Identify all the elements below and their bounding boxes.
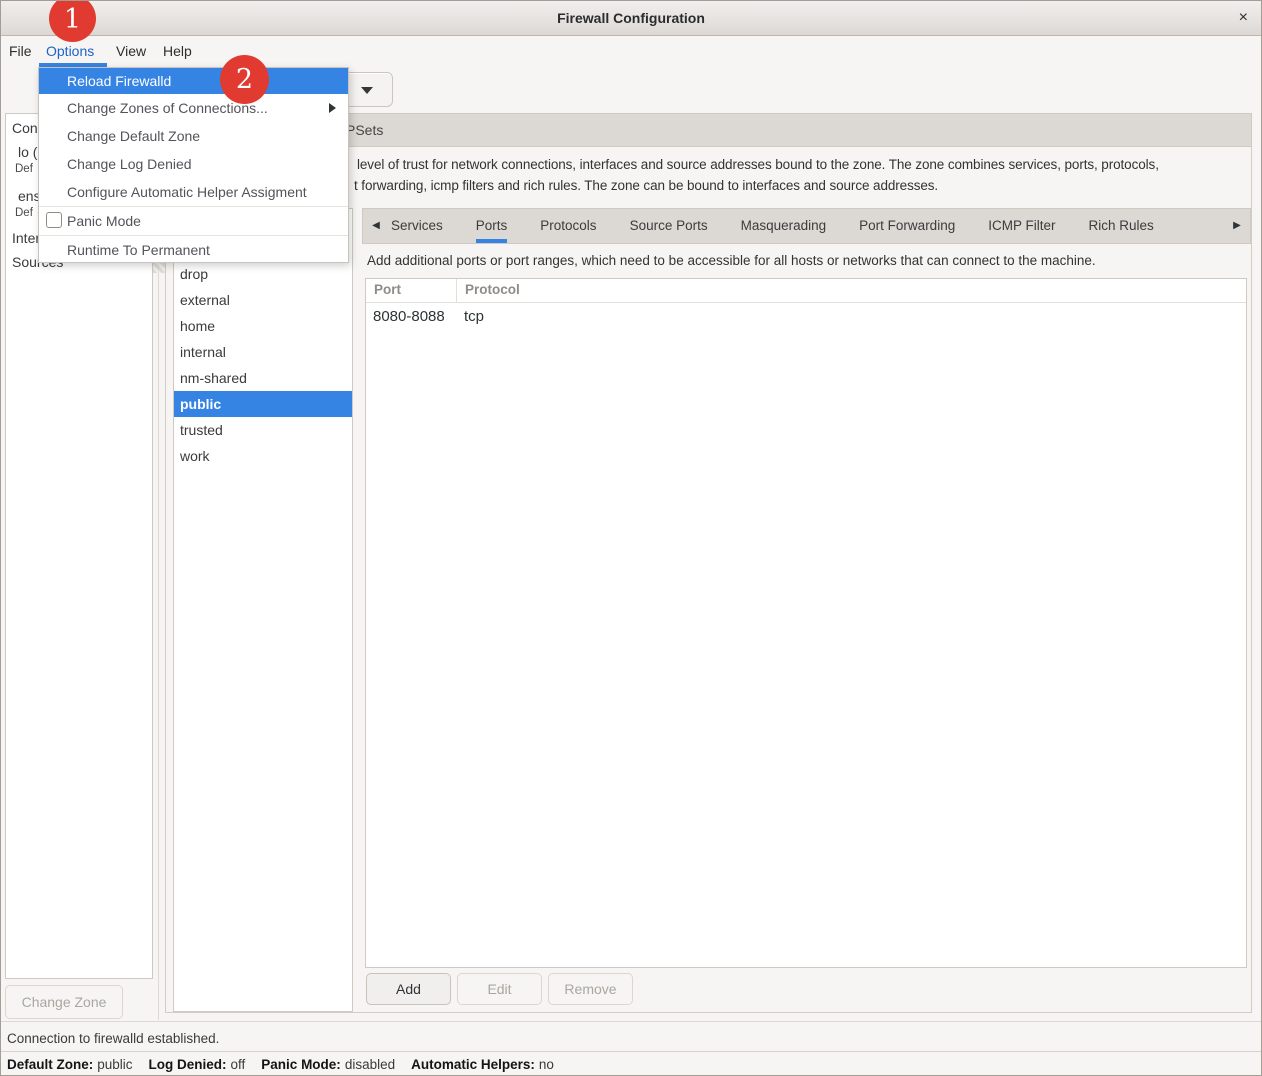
menu-item-change-zones-of-connections[interactable]: Change Zones of Connections...: [39, 94, 348, 122]
zone-item-work[interactable]: work: [174, 443, 352, 469]
zone-settings-tab-strip: ◀ Services Ports Protocols Source Ports …: [362, 208, 1251, 244]
statusbar-divider: [1, 1021, 1261, 1022]
tab-source-ports[interactable]: Source Ports: [630, 209, 708, 243]
zone-item-external[interactable]: external: [174, 287, 352, 313]
submenu-arrow-icon: [329, 103, 336, 113]
column-header-port[interactable]: Port: [366, 279, 457, 302]
zone-description-line1: level of trust for network connections, …: [357, 157, 1159, 172]
tab-masquerading[interactable]: Masquerading: [741, 209, 827, 243]
menubar: File Options View Help: [1, 36, 1261, 68]
port-cell: 8080-8088: [366, 308, 457, 325]
tab-scroll-left-icon[interactable]: ◀: [363, 209, 389, 243]
interfaces-label-fragment: Inter: [12, 230, 40, 246]
ports-description: Add additional ports or port ranges, whi…: [367, 253, 1096, 268]
zone-item-public-selected[interactable]: public: [174, 391, 352, 417]
tab-ports[interactable]: Ports: [476, 209, 508, 243]
firewall-config-window: Firewall Configuration × File Options Vi…: [0, 0, 1262, 1076]
add-button[interactable]: Add: [366, 973, 451, 1005]
protocol-cell: tcp: [457, 308, 484, 325]
menu-file[interactable]: File: [9, 36, 32, 66]
automatic-helpers-value: no: [539, 1057, 554, 1072]
panic-mode-label: Panic Mode:: [261, 1057, 341, 1072]
menu-item-runtime-to-permanent[interactable]: Runtime To Permanent: [39, 236, 348, 264]
default-zone-value: public: [97, 1057, 132, 1072]
tab-icmp-filter[interactable]: ICMP Filter: [988, 209, 1055, 243]
edit-button[interactable]: Edit: [457, 973, 542, 1005]
window-title: Firewall Configuration: [1, 1, 1261, 35]
menu-item-change-log-denied[interactable]: Change Log Denied: [39, 150, 348, 178]
panic-mode-state: Panic Mode: disabled: [261, 1056, 395, 1074]
step-2-badge: 2: [220, 55, 269, 104]
ports-actions: Add Edit Remove: [366, 973, 633, 1005]
zone-item-drop[interactable]: drop: [174, 261, 352, 287]
titlebar: Firewall Configuration ×: [1, 1, 1261, 36]
log-denied-value: off: [231, 1057, 246, 1072]
panic-mode-value: disabled: [345, 1057, 395, 1072]
menu-help[interactable]: Help: [163, 36, 192, 66]
menu-item-panic-mode[interactable]: Panic Mode: [39, 207, 348, 235]
automatic-helpers-state: Automatic Helpers: no: [411, 1056, 554, 1074]
options-menu: Reload Firewalld Change Zones of Connect…: [38, 67, 349, 263]
ports-table-header: Port Protocol: [366, 279, 1246, 303]
column-header-protocol[interactable]: Protocol: [457, 279, 520, 302]
menu-view[interactable]: View: [116, 36, 146, 66]
default-zone-fragment-2: Def: [15, 207, 33, 219]
default-zone-label: Default Zone:: [7, 1057, 93, 1072]
firewall-state-bar: Default Zone: public Log Denied: off Panic…: [1, 1051, 1261, 1076]
tab-ipsets-fragment[interactable]: PSets: [346, 114, 383, 147]
interface-lo-fragment[interactable]: lo (: [18, 144, 37, 160]
tab-protocols[interactable]: Protocols: [540, 209, 596, 243]
default-zone-state: Default Zone: public: [7, 1056, 133, 1074]
change-zone-button[interactable]: Change Zone: [5, 985, 123, 1019]
close-icon[interactable]: ×: [1233, 1, 1254, 34]
menu-item-change-default-zone[interactable]: Change Default Zone: [39, 122, 348, 150]
automatic-helpers-label: Automatic Helpers:: [411, 1057, 535, 1072]
zone-item-nm-shared[interactable]: nm-shared: [174, 365, 352, 391]
default-zone-fragment: Def: [15, 163, 33, 175]
zone-item-home[interactable]: home: [174, 313, 352, 339]
log-denied-label: Log Denied:: [149, 1057, 227, 1072]
panic-mode-checkbox[interactable]: [46, 212, 62, 228]
log-denied-state: Log Denied: off: [149, 1056, 246, 1074]
zone-item-internal[interactable]: internal: [174, 339, 352, 365]
zone-description-line2: t forwarding, icmp filters and rich rule…: [354, 178, 938, 193]
menu-item-configure-automatic-helper-assigment[interactable]: Configure Automatic Helper Assigment: [39, 178, 348, 206]
menu-item-label: Panic Mode: [67, 213, 141, 229]
zone-settings-tabs: Services Ports Protocols Source Ports Ma…: [391, 209, 1154, 243]
tab-rich-rules[interactable]: Rich Rules: [1088, 209, 1153, 243]
zone-list: drop external home internal nm-shared pu…: [173, 208, 353, 1012]
zone-item-trusted[interactable]: trusted: [174, 417, 352, 443]
connections-label-fragment: Con: [12, 120, 38, 136]
status-message: Connection to firewalld established.: [7, 1027, 219, 1051]
menu-item-reload-firewalld[interactable]: Reload Firewalld: [39, 68, 348, 94]
tab-scroll-right-icon[interactable]: ▶: [1224, 209, 1250, 243]
dropdown-arrow-icon: [361, 87, 373, 94]
table-row[interactable]: 8080-8088 tcp: [366, 303, 1246, 330]
tab-port-forwarding[interactable]: Port Forwarding: [859, 209, 955, 243]
remove-button[interactable]: Remove: [548, 973, 633, 1005]
ports-table: Port Protocol 8080-8088 tcp: [365, 278, 1247, 968]
tab-services[interactable]: Services: [391, 209, 443, 243]
